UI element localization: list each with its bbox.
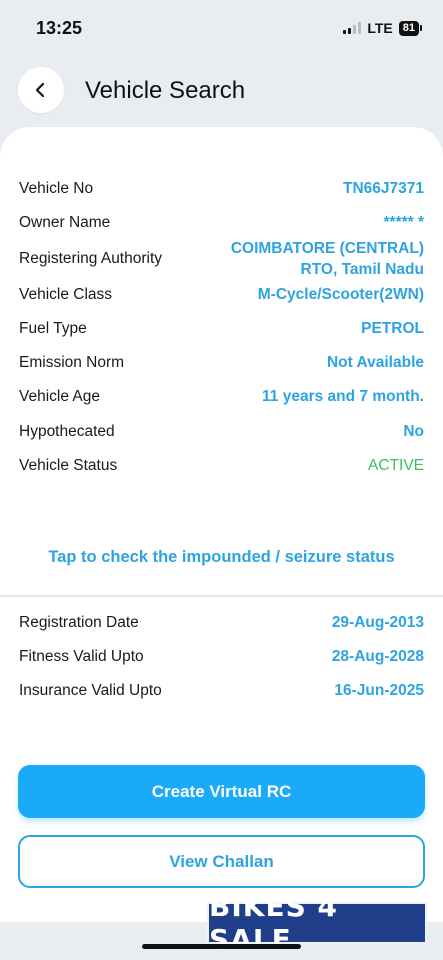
home-indicator <box>142 944 301 949</box>
section-divider <box>0 595 443 597</box>
network-type: LTE <box>367 20 393 36</box>
detail-label: Vehicle Class <box>19 285 113 303</box>
validity-row-registration-date: Registration Date 29-Aug-2013 <box>19 612 424 633</box>
detail-row-owner-name: Owner Name ***** * <box>19 212 424 233</box>
page-title: Vehicle Search <box>85 77 246 104</box>
detail-label: Emission Norm <box>19 353 125 371</box>
detail-row-emission-norm: Emission Norm Not Available <box>19 352 424 373</box>
detail-row-hypothecated: Hypothecated No <box>19 421 424 442</box>
validity-label: Insurance Valid Upto <box>19 681 162 699</box>
validity-value: 29-Aug-2013 <box>331 614 424 631</box>
detail-value: M-Cycle/Scooter(2WN) <box>257 286 424 303</box>
create-virtual-rc-button[interactable]: Create Virtual RC <box>18 765 425 818</box>
detail-value-line2: RTO, Tamil Nadu <box>300 261 424 278</box>
detail-value: ***** * <box>383 214 425 231</box>
detail-label: Registering Authority <box>19 250 163 267</box>
detail-row-fuel-type: Fuel Type PETROL <box>19 318 424 339</box>
detail-label: Fuel Type <box>19 319 87 337</box>
watermark-logo: BIKES 4 SALE <box>207 890 427 956</box>
battery-icon: 81 <box>398 20 423 36</box>
detail-value: No <box>403 423 424 440</box>
detail-row-vehicle-no: Vehicle No TN66J7371 <box>19 178 424 199</box>
detail-value: 11 years and 7 month. <box>262 388 424 405</box>
view-challan-button[interactable]: View Challan <box>18 835 425 888</box>
detail-row-vehicle-age: Vehicle Age 11 years and 7 month. <box>19 386 424 407</box>
detail-value: COIMBATORE (CENTRAL) RTO, Tamil Nadu <box>231 238 424 280</box>
detail-row-vehicle-status: Vehicle Status ACTIVE <box>19 455 424 476</box>
detail-label: Owner Name <box>19 213 111 231</box>
status-bar: 13:25 LTE 81 <box>0 0 443 56</box>
detail-value: PETROL <box>361 320 424 337</box>
detail-label: Vehicle Age <box>19 387 101 405</box>
detail-value: Not Available <box>326 354 424 371</box>
detail-value-line1: COIMBATORE (CENTRAL) <box>230 240 424 257</box>
impound-status-link[interactable]: Tap to check the impounded / seizure sta… <box>0 548 443 567</box>
validity-value: 28-Aug-2028 <box>331 648 424 665</box>
detail-label: Hypothecated <box>19 422 115 440</box>
signal-icon <box>343 22 362 34</box>
validity-row-fitness: Fitness Valid Upto 28-Aug-2028 <box>19 646 424 667</box>
back-button[interactable] <box>18 67 64 113</box>
chevron-left-icon <box>35 82 45 98</box>
validity-row-insurance: Insurance Valid Upto 16-Jun-2025 <box>19 680 424 701</box>
detail-row-registering-authority: Registering Authority COIMBATORE (CENTRA… <box>19 238 424 280</box>
detail-label: Vehicle Status <box>19 456 118 474</box>
status-indicators: LTE 81 <box>343 20 423 36</box>
validity-value: 16-Jun-2025 <box>334 682 424 699</box>
validity-label: Registration Date <box>19 613 139 631</box>
status-time: 13:25 <box>36 18 83 38</box>
status-badge: ACTIVE <box>368 457 424 474</box>
detail-label: Vehicle No <box>19 179 94 197</box>
detail-row-vehicle-class: Vehicle Class M-Cycle/Scooter(2WN) <box>19 284 424 305</box>
validity-label: Fitness Valid Upto <box>19 647 144 665</box>
detail-value: TN66J7371 <box>342 180 424 197</box>
